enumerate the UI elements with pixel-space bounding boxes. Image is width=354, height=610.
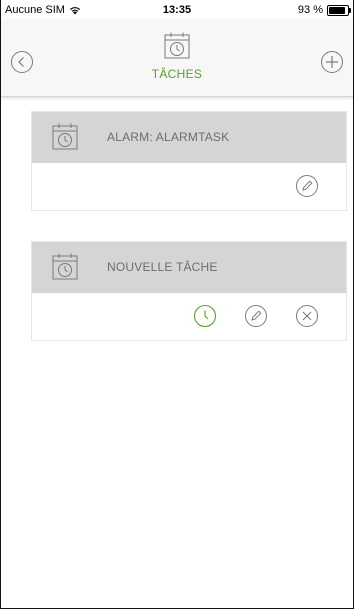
delete-button[interactable] <box>295 304 319 328</box>
edit-button[interactable] <box>295 174 319 198</box>
schedule-button[interactable] <box>193 304 217 328</box>
clock-icon <box>193 304 217 328</box>
app-frame: Aucune SIM 13:35 93 % TÂCHES ALARM: ALAR… <box>0 0 354 609</box>
battery-icon <box>327 4 351 16</box>
battery-info: 93 % <box>297 4 351 16</box>
calendar-clock-icon <box>52 253 78 280</box>
task-card-header[interactable]: ALARM: ALARMTASK <box>32 112 346 163</box>
add-plus-icon <box>321 51 343 73</box>
edit-button[interactable] <box>244 304 268 328</box>
edit-pencil-icon <box>245 305 267 327</box>
delete-x-icon <box>296 305 318 327</box>
task-card: ALARM: ALARMTASK <box>31 111 347 211</box>
calendar-clock-icon <box>52 123 78 150</box>
task-card: NOUVELLE TÂCHE <box>31 241 347 341</box>
edit-pencil-icon <box>296 175 318 197</box>
task-card-header[interactable]: NOUVELLE TÂCHE <box>32 242 346 293</box>
task-actions <box>32 163 346 210</box>
page-title: TÂCHES <box>151 67 203 81</box>
nav-header: TÂCHES <box>1 20 353 97</box>
calendar-clock-icon <box>164 32 190 59</box>
task-name: NOUVELLE TÂCHE <box>107 260 218 274</box>
battery-percent: 93 % <box>297 4 323 16</box>
header-title-group: TÂCHES <box>1 32 353 81</box>
task-name: ALARM: ALARMTASK <box>107 130 230 144</box>
task-actions <box>32 293 346 340</box>
status-bar: Aucune SIM 13:35 93 % <box>1 0 353 20</box>
add-button[interactable] <box>320 50 344 74</box>
